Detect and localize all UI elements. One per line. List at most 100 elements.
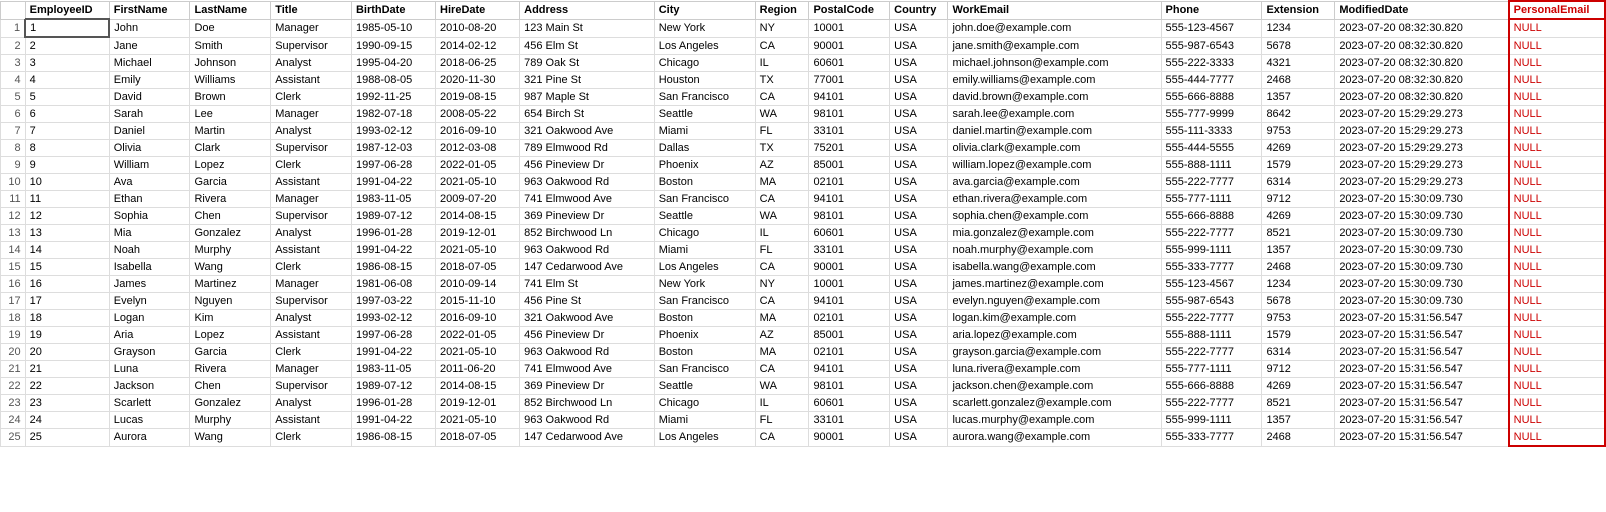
col-header-personalemail[interactable]: PersonalEmail — [1509, 1, 1605, 19]
table-row[interactable]: 22JaneSmithSupervisor1990-09-152014-02-1… — [1, 37, 1606, 55]
cell-region: NY — [755, 19, 809, 37]
cell-phone: 555-222-3333 — [1161, 55, 1262, 72]
cell-modifiedDate: 2023-07-20 15:31:56.547 — [1335, 361, 1509, 378]
col-header-lastname[interactable]: LastName — [190, 1, 271, 19]
cell-modifiedDate: 2023-07-20 15:30:09.730 — [1335, 259, 1509, 276]
table-row[interactable]: 2323ScarlettGonzalezAnalyst1996-01-28201… — [1, 395, 1606, 412]
cell-city: Los Angeles — [654, 37, 755, 55]
cell-birthDate: 1988-08-05 — [351, 72, 435, 89]
cell-title: Supervisor — [271, 293, 352, 310]
cell-personalEmail: NULL — [1509, 19, 1605, 37]
col-header-extension[interactable]: Extension — [1262, 1, 1335, 19]
cell-address: 741 Elm St — [520, 276, 655, 293]
col-header-phone[interactable]: Phone — [1161, 1, 1262, 19]
cell-address: 321 Pine St — [520, 72, 655, 89]
cell-employeeID: 5 — [25, 89, 109, 106]
cell-hireDate: 2021-05-10 — [436, 412, 520, 429]
col-header-employeeid[interactable]: EmployeeID — [25, 1, 109, 19]
cell-birthDate: 1986-08-15 — [351, 429, 435, 447]
col-header-address[interactable]: Address — [520, 1, 655, 19]
table-row[interactable]: 11JohnDoeManager1985-05-102010-08-20123 … — [1, 19, 1606, 37]
table-row[interactable]: 1212SophiaChenSupervisor1989-07-122014-0… — [1, 208, 1606, 225]
cell-modifiedDate: 2023-07-20 15:31:56.547 — [1335, 310, 1509, 327]
cell-firstName: James — [109, 276, 190, 293]
cell-modifiedDate: 2023-07-20 15:30:09.730 — [1335, 191, 1509, 208]
col-header-hiredate[interactable]: HireDate — [436, 1, 520, 19]
table-row[interactable]: 1414NoahMurphyAssistant1991-04-222021-05… — [1, 242, 1606, 259]
cell-region: MA — [755, 174, 809, 191]
cell-region: WA — [755, 106, 809, 123]
table-row[interactable]: 44EmilyWilliamsAssistant1988-08-052020-1… — [1, 72, 1606, 89]
cell-address: 321 Oakwood Ave — [520, 310, 655, 327]
col-header-firstname[interactable]: FirstName — [109, 1, 190, 19]
table-row[interactable]: 1717EvelynNguyenSupervisor1997-03-222015… — [1, 293, 1606, 310]
table-row[interactable]: 1313MiaGonzalezAnalyst1996-01-282019-12-… — [1, 225, 1606, 242]
table-row[interactable]: 2222JacksonChenSupervisor1989-07-122014-… — [1, 378, 1606, 395]
table-row[interactable]: 2121LunaRiveraManager1983-11-052011-06-2… — [1, 361, 1606, 378]
cell-country: USA — [890, 89, 948, 106]
cell-firstName: Daniel — [109, 123, 190, 140]
cell-birthDate: 1993-02-12 — [351, 310, 435, 327]
table-row[interactable]: 88OliviaClarkSupervisor1987-12-032012-03… — [1, 140, 1606, 157]
table-row[interactable]: 1818LoganKimAnalyst1993-02-122016-09-103… — [1, 310, 1606, 327]
cell-title: Manager — [271, 361, 352, 378]
cell-country: USA — [890, 225, 948, 242]
cell-title: Manager — [271, 276, 352, 293]
cell-postalCode: 60601 — [809, 225, 890, 242]
cell-lastName: Nguyen — [190, 293, 271, 310]
col-header-region[interactable]: Region — [755, 1, 809, 19]
cell-title: Clerk — [271, 344, 352, 361]
cell-country: USA — [890, 140, 948, 157]
cell-title: Supervisor — [271, 208, 352, 225]
cell-city: Seattle — [654, 208, 755, 225]
col-header-workemail[interactable]: WorkEmail — [948, 1, 1161, 19]
cell-region: CA — [755, 259, 809, 276]
col-header-country[interactable]: Country — [890, 1, 948, 19]
cell-extension: 1234 — [1262, 19, 1335, 37]
cell-hireDate: 2010-08-20 — [436, 19, 520, 37]
table-row[interactable]: 1010AvaGarciaAssistant1991-04-222021-05-… — [1, 174, 1606, 191]
cell-hireDate: 2019-08-15 — [436, 89, 520, 106]
table-row[interactable]: 77DanielMartinAnalyst1993-02-122016-09-1… — [1, 123, 1606, 140]
cell-personalEmail: NULL — [1509, 344, 1605, 361]
cell-country: USA — [890, 361, 948, 378]
col-header-city[interactable]: City — [654, 1, 755, 19]
table-row[interactable]: 2020GraysonGarciaClerk1991-04-222021-05-… — [1, 344, 1606, 361]
table-row[interactable]: 66SarahLeeManager1982-07-182008-05-22654… — [1, 106, 1606, 123]
cell-employeeID: 6 — [25, 106, 109, 123]
cell-birthDate: 1995-04-20 — [351, 55, 435, 72]
cell-title: Manager — [271, 19, 352, 37]
col-header-modifieddate[interactable]: ModifiedDate — [1335, 1, 1509, 19]
col-header-postalcode[interactable]: PostalCode — [809, 1, 890, 19]
table-row[interactable]: 99WilliamLopezClerk1997-06-282022-01-054… — [1, 157, 1606, 174]
cell-postalCode: 90001 — [809, 429, 890, 447]
table-row[interactable]: 2424LucasMurphyAssistant1991-04-222021-0… — [1, 412, 1606, 429]
cell-employeeID: 14 — [25, 242, 109, 259]
cell-address: 369 Pineview Dr — [520, 208, 655, 225]
cell-extension: 9712 — [1262, 361, 1335, 378]
cell-region: MA — [755, 310, 809, 327]
cell-firstName: Sophia — [109, 208, 190, 225]
col-header-title[interactable]: Title — [271, 1, 352, 19]
table-row[interactable]: 33MichaelJohnsonAnalyst1995-04-202018-06… — [1, 55, 1606, 72]
table-row[interactable]: 1515IsabellaWangClerk1986-08-152018-07-0… — [1, 259, 1606, 276]
cell-firstName: Jane — [109, 37, 190, 55]
table-row[interactable]: 1111EthanRiveraManager1983-11-052009-07-… — [1, 191, 1606, 208]
cell-lastName: Garcia — [190, 344, 271, 361]
col-header-rownum[interactable] — [1, 1, 26, 19]
cell-birthDate: 1983-11-05 — [351, 191, 435, 208]
table-row[interactable]: 2525AuroraWangClerk1986-08-152018-07-051… — [1, 429, 1606, 447]
cell-title: Analyst — [271, 310, 352, 327]
cell-region: WA — [755, 378, 809, 395]
table-row[interactable]: 55DavidBrownClerk1992-11-252019-08-15987… — [1, 89, 1606, 106]
cell-hireDate: 2010-09-14 — [436, 276, 520, 293]
cell-postalCode: 94101 — [809, 89, 890, 106]
table-row[interactable]: 1616JamesMartinezManager1981-06-082010-0… — [1, 276, 1606, 293]
table-row[interactable]: 1919AriaLopezAssistant1997-06-282022-01-… — [1, 327, 1606, 344]
cell-title: Manager — [271, 191, 352, 208]
cell-modifiedDate: 2023-07-20 15:31:56.547 — [1335, 344, 1509, 361]
col-header-birthdate[interactable]: BirthDate — [351, 1, 435, 19]
cell-country: USA — [890, 395, 948, 412]
cell-country: USA — [890, 55, 948, 72]
cell-employeeID: 3 — [25, 55, 109, 72]
